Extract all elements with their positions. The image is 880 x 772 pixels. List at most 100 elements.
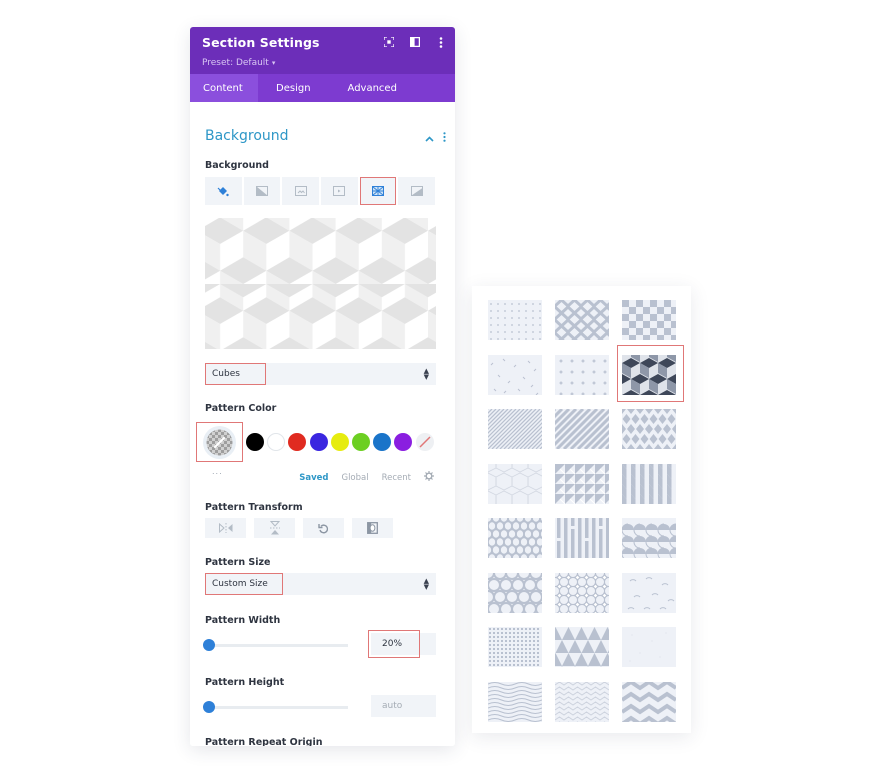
pattern-width-label: Pattern Width xyxy=(205,615,281,626)
swatch-none[interactable] xyxy=(415,433,434,451)
pattern-option-zig-zag[interactable] xyxy=(622,681,676,722)
pattern-width-slider[interactable] xyxy=(203,638,348,651)
honeycomb-pattern-icon xyxy=(488,463,542,504)
pattern-height-slider-thumb[interactable] xyxy=(203,700,215,713)
highlight-box xyxy=(205,573,283,595)
pattern-option-piano-keys[interactable] xyxy=(555,518,609,558)
chevron-up-icon[interactable] xyxy=(425,127,434,146)
expand-icon[interactable] xyxy=(383,36,395,48)
pattern-height-label: Pattern Height xyxy=(205,677,285,688)
preset-dropdown[interactable]: Preset: Default ▾ xyxy=(202,58,275,68)
section-toggle[interactable]: Background xyxy=(205,102,446,150)
pattern-transform-label: Pattern Transform xyxy=(205,502,303,513)
cubes-pattern-icon xyxy=(622,354,676,395)
shapes-curved-pattern-icon xyxy=(622,572,676,613)
pattern-width-row: 20% xyxy=(203,630,436,658)
invert-icon xyxy=(367,522,378,534)
swatch-black[interactable] xyxy=(246,433,264,451)
background-label: Background xyxy=(205,160,269,171)
half-circles-pattern-icon xyxy=(622,518,676,558)
color-tab-saved[interactable]: Saved xyxy=(299,473,328,483)
pattern-width-slider-thumb[interactable] xyxy=(203,638,215,651)
waves-pattern-icon xyxy=(488,681,542,722)
pattern-option-diamonds[interactable] xyxy=(555,300,609,340)
pattern-option-honeycomb[interactable] xyxy=(488,463,542,504)
swatch-white[interactable] xyxy=(267,433,286,451)
flip-horizontal-button[interactable] xyxy=(205,518,246,538)
swatch-yellow[interactable] xyxy=(330,433,349,451)
invert-button[interactable] xyxy=(352,518,393,538)
current-color-button[interactable] xyxy=(196,422,243,462)
swatch-green[interactable] xyxy=(351,433,370,451)
zig-zag-thin-pattern-icon xyxy=(555,681,609,722)
pattern-option-diagonal-stripes[interactable] xyxy=(555,409,609,449)
more-vertical-icon[interactable] xyxy=(435,36,447,48)
scallops-pattern-icon xyxy=(488,518,542,558)
pattern-option-checkerboard[interactable] xyxy=(622,300,676,340)
pattern-option-cubes[interactable] xyxy=(622,354,676,395)
pattern-size-select[interactable]: Custom Size ▲ ▼ xyxy=(205,573,436,595)
argyle-pattern-icon xyxy=(622,409,676,449)
more-colors-button[interactable]: ... xyxy=(212,467,223,476)
section-menu-icon[interactable] xyxy=(443,127,446,146)
pattern-height-slider[interactable] xyxy=(203,700,348,713)
color-tab-global[interactable]: Global xyxy=(341,473,368,483)
tab-advanced[interactable]: Advanced xyxy=(324,74,410,102)
pattern-option-confetti[interactable] xyxy=(488,354,542,395)
swatch-red[interactable] xyxy=(288,433,307,451)
color-picker-row: ... xyxy=(196,422,435,476)
swatch-purple[interactable] xyxy=(394,433,413,451)
pattern-option-grid-dots[interactable] xyxy=(488,627,542,667)
flip-horizontal-icon xyxy=(218,523,232,533)
swatch-light-blue[interactable] xyxy=(373,433,392,451)
pattern-option-shapes-curved[interactable] xyxy=(622,572,676,613)
pattern-option-waves[interactable] xyxy=(488,681,542,722)
pattern-style-select[interactable]: Cubes ▲ ▼ xyxy=(205,363,436,385)
gear-icon[interactable] xyxy=(424,471,434,484)
flip-vertical-button[interactable] xyxy=(254,518,295,538)
bg-type-color[interactable] xyxy=(205,177,242,205)
diamonds-pattern-icon xyxy=(555,300,609,340)
bg-type-video[interactable] xyxy=(321,177,358,205)
pattern-option-polka-dots[interactable] xyxy=(488,300,542,340)
bg-type-image[interactable] xyxy=(282,177,320,205)
pattern-option-scales[interactable] xyxy=(488,572,542,613)
pinwheel-pattern-icon xyxy=(555,463,609,504)
pattern-option-crosses[interactable] xyxy=(555,354,609,395)
pattern-option-pinwheel[interactable] xyxy=(555,463,609,504)
pattern-width-input[interactable]: 20% xyxy=(368,630,436,658)
bg-type-pattern[interactable] xyxy=(359,177,397,205)
color-tabs: Saved Global Recent xyxy=(205,471,435,484)
pattern-option-triangles[interactable] xyxy=(555,627,609,667)
grid-dots-pattern-icon xyxy=(488,627,542,667)
pattern-height-input[interactable]: auto xyxy=(371,695,436,717)
rotate-button[interactable] xyxy=(303,518,344,538)
caret-down-icon: ▾ xyxy=(271,59,276,67)
color-tab-recent[interactable]: Recent xyxy=(382,473,411,483)
pattern-option-half-circles[interactable] xyxy=(622,518,676,558)
tab-design[interactable]: Design xyxy=(258,74,324,102)
swatch-blue[interactable] xyxy=(309,433,328,451)
pattern-option-noise[interactable] xyxy=(622,627,676,667)
bg-type-gradient[interactable] xyxy=(243,177,281,205)
confetti-pattern-icon xyxy=(488,354,542,395)
pattern-option-thin-diagonal-stripes[interactable] xyxy=(488,409,542,449)
pattern-option-argyle[interactable] xyxy=(622,409,676,449)
pattern-option-zig-zag-thin[interactable] xyxy=(555,681,609,722)
checkerboard-pattern-icon xyxy=(622,300,676,340)
zig-zag-pattern-icon xyxy=(622,681,676,722)
pattern-option-chevron-herringbone[interactable] xyxy=(622,463,676,504)
pattern-height-row: auto xyxy=(203,695,436,719)
piano-keys-pattern-icon xyxy=(555,518,609,558)
pattern-option-scallops[interactable] xyxy=(488,518,542,558)
panel-body: Background Background Cubes ▲ ▼ Pattern … xyxy=(190,102,455,746)
pattern-option-quatrefoil[interactable] xyxy=(555,572,609,613)
pattern-size-label: Pattern Size xyxy=(205,557,271,568)
background-type-tabs xyxy=(205,177,436,205)
tab-content[interactable]: Content xyxy=(190,74,258,102)
sidebar-layout-icon[interactable] xyxy=(409,36,421,48)
chevron-herringbone-pattern-icon xyxy=(622,463,676,504)
mask-icon xyxy=(410,186,423,196)
bg-type-mask[interactable] xyxy=(398,177,436,205)
image-icon xyxy=(294,186,307,196)
